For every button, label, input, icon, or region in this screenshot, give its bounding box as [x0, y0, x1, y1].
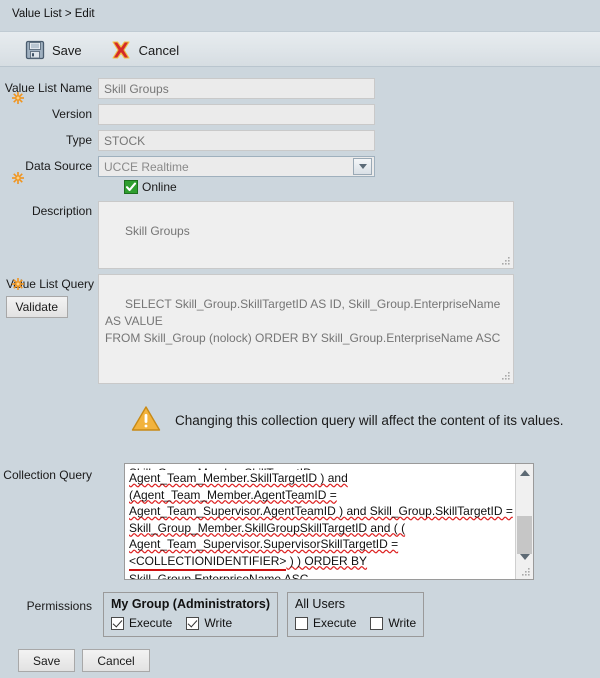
permission-option-label: Write: [204, 616, 233, 630]
warning-text: Changing this collection query will affe…: [175, 412, 564, 428]
permission-option-label: Execute: [129, 616, 173, 630]
field-row-description: Description Skill Groups: [0, 201, 514, 269]
permission-option-write[interactable]: Write: [186, 616, 232, 630]
scroll-up-icon[interactable]: [516, 464, 533, 481]
required-marker-icon: [12, 278, 24, 290]
collection-query-label-wrap: Collection Query: [0, 465, 98, 485]
checkbox-execute[interactable]: [295, 616, 309, 630]
data-source-selected-value: UCCE Realtime: [104, 159, 189, 174]
validate-button[interactable]: Validate: [5, 296, 68, 318]
online-checkbox[interactable]: [124, 180, 138, 194]
permission-option-execute[interactable]: Execute: [295, 616, 356, 630]
footer-buttons: Save Cancel: [18, 649, 150, 672]
field-row-type: Type STOCK: [0, 130, 375, 151]
collection-query-line: Agent_Team_Supervisor.AgentTeamID ) and …: [129, 504, 513, 518]
permissions-label-wrap: Permissions: [0, 596, 98, 616]
red-x-cancel-icon: [110, 40, 132, 60]
checkbox-write[interactable]: [186, 616, 200, 630]
save-button[interactable]: Save: [22, 38, 85, 62]
breadcrumb: Value List > Edit: [12, 8, 95, 20]
required-marker-icon: [12, 92, 24, 104]
cancel-button[interactable]: Cancel: [107, 38, 182, 62]
permission-option-execute[interactable]: Execute: [111, 616, 172, 630]
checkbox-execute[interactable]: [111, 616, 124, 630]
required-marker-icon: [12, 172, 24, 184]
collection-query-scrollbar[interactable]: [515, 464, 533, 579]
cancel-button-label: Cancel: [138, 42, 180, 58]
value-list-name-input[interactable]: Skill Groups: [98, 78, 375, 99]
warning-triangle-icon: [131, 405, 161, 435]
resize-grip-icon[interactable]: [522, 568, 531, 577]
data-source-select[interactable]: UCCE Realtime: [98, 156, 375, 177]
checkbox-write[interactable]: [370, 616, 384, 630]
toolbar-buttons: Save Cancel: [22, 32, 182, 68]
collection-query-line: Skill_Group.EnterpriseName ASC: [129, 571, 309, 580]
description-label: Description: [31, 204, 92, 218]
field-row-version: Version: [0, 104, 375, 125]
warning-message: Changing this collection query will affe…: [131, 405, 563, 435]
collection-identifier-token: <COLLECTIONIDENTIFIER>: [129, 554, 287, 571]
permission-option-label: Execute: [313, 616, 357, 630]
permission-group-name: My Group (Administrators): [111, 597, 271, 611]
version-input[interactable]: [98, 104, 375, 125]
online-checkbox-row[interactable]: Online: [124, 180, 177, 194]
scroll-down-icon[interactable]: [516, 548, 533, 565]
online-label: Online: [142, 180, 177, 194]
collection-query-line: Agent_Team_Member.SkillTargetID ) and: [129, 471, 348, 485]
collection-query-textarea[interactable]: Skill_Group_Member.SkillTargetID =Agent_…: [124, 463, 534, 580]
permission-option-label: Write: [388, 616, 417, 630]
resize-grip-icon[interactable]: [502, 257, 511, 266]
footer-save-button[interactable]: Save: [18, 649, 76, 672]
field-row-value-list-query: Value List Query Validate SELECT Skill_G…: [0, 274, 514, 384]
floppy-disk-save-icon: [25, 40, 45, 60]
type-label: Type: [65, 133, 92, 147]
field-row-value-list-name: Value List Name Skill Groups: [0, 78, 375, 104]
collection-query-line: Skill_Group_Member.SkillGroupSkillTarget…: [129, 520, 406, 535]
permission-group: All Users Execute Write: [287, 592, 425, 637]
field-row-data-source: Data Source UCCE Realtime: [0, 156, 375, 184]
permission-group: My Group (Administrators) Execute Write: [103, 592, 279, 637]
permissions-groups: My Group (Administrators) Execute Write All…: [103, 592, 425, 637]
footer-cancel-button[interactable]: Cancel: [82, 649, 150, 672]
permission-options: Execute Write: [111, 616, 270, 630]
collection-query-line: <COLLECTIONIDENTIFIER> ) ) ORDER BY: [129, 553, 511, 571]
permissions-label: Permissions: [26, 599, 92, 613]
collection-query-line: Agent_Team_Supervisor.SupervisorSkillTar…: [129, 537, 399, 551]
save-button-label: Save: [52, 42, 82, 58]
permission-group-name: All Users: [295, 597, 346, 611]
description-textarea[interactable]: Skill Groups: [98, 201, 514, 269]
collection-query-label: Collection Query: [3, 468, 92, 482]
toolbar: Save Cancel: [0, 31, 600, 67]
description-value: Skill Groups: [125, 224, 190, 238]
resize-grip-icon[interactable]: [502, 372, 511, 381]
collection-query-text: Skill_Group_Member.SkillTargetID =Agent_…: [125, 464, 515, 579]
collection-query-line: (Agent_Team_Member.AgentTeamID =: [129, 487, 337, 502]
permission-options: Execute Write: [295, 616, 416, 630]
value-list-query-value: SELECT Skill_Group.SkillTargetID AS ID, …: [105, 297, 501, 345]
permission-option-write[interactable]: Write: [370, 616, 416, 630]
value-list-query-textarea[interactable]: SELECT Skill_Group.SkillTargetID AS ID, …: [98, 274, 514, 384]
chevron-down-icon[interactable]: [353, 158, 372, 175]
type-input[interactable]: STOCK: [98, 130, 375, 151]
version-label: Version: [51, 107, 92, 121]
